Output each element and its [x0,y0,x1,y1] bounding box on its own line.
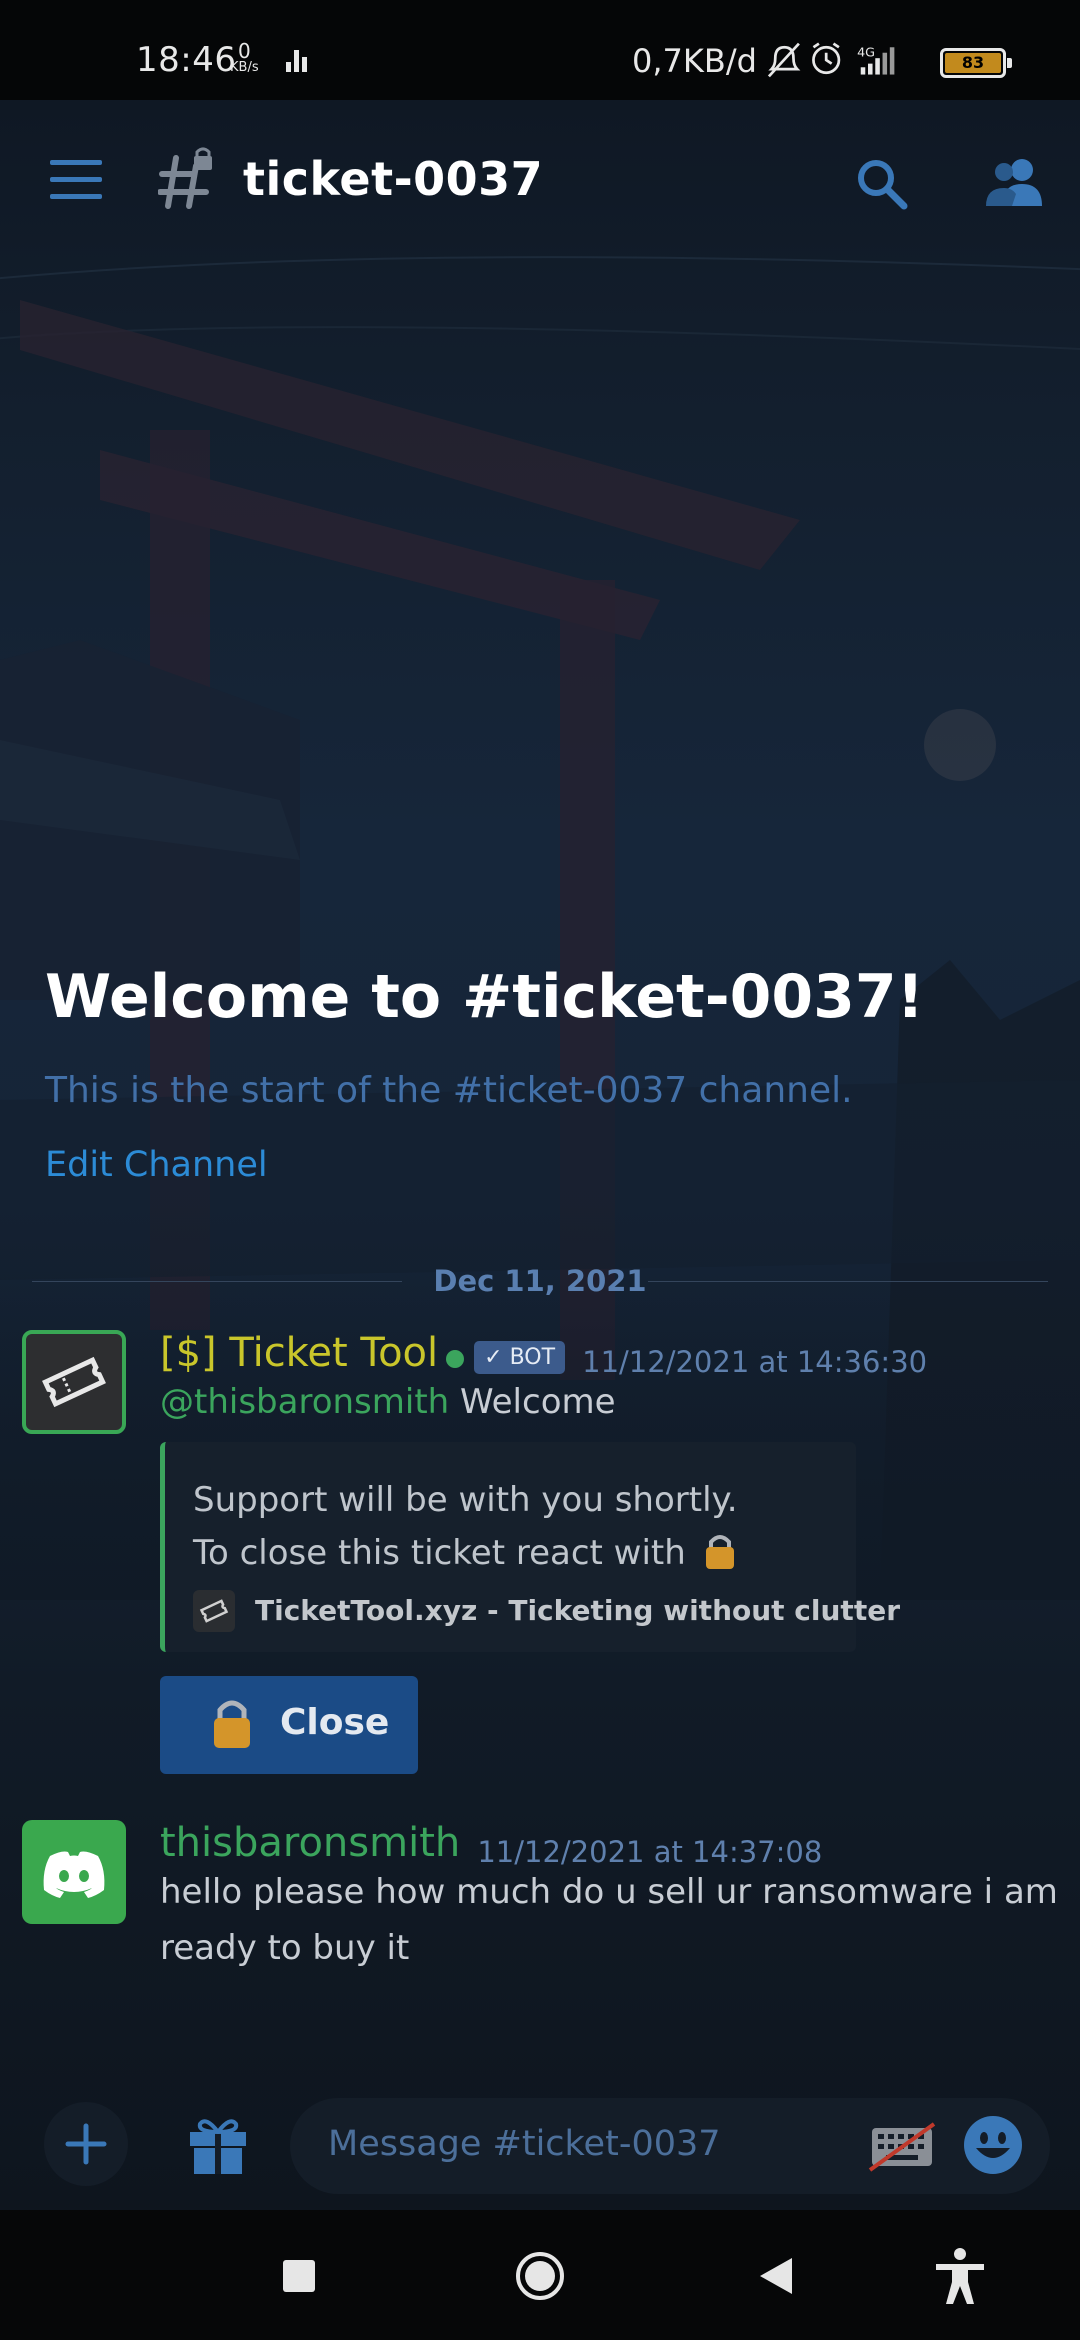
recents-button[interactable] [283,2260,315,2292]
embed-footer-text: TicketTool.xyz - Ticketing without clutt… [255,1594,900,1627]
accessibility-icon[interactable] [930,2246,990,2306]
message-text-welcome: Welcome [460,1382,616,1422]
message-text: hello please how much do u sell ur ranso… [160,1864,1058,1976]
status-time: 18:46 [136,40,237,80]
welcome-subtitle: This is the start of the #ticket-0037 ch… [45,1070,853,1111]
welcome-title: Welcome to #ticket-0037! [45,962,924,1032]
message-line-1: hello please how much do u sell ur ranso… [160,1872,1058,1912]
network-type-icon: 4G [857,44,875,59]
keyboard-off-icon[interactable] [868,2120,936,2172]
alarm-icon [812,42,841,75]
embed-line-2: To close this ticket react with [193,1532,737,1573]
bot-avatar[interactable] [22,1330,126,1434]
gift-icon [190,2119,246,2174]
plus-icon [65,2123,107,2165]
embed-line-2-text: To close this ticket react with [193,1533,686,1573]
hamburger-icon[interactable] [50,160,102,200]
edit-channel-link[interactable]: Edit Channel [45,1145,268,1185]
embed-line-1: Support will be with you shortly. [193,1480,738,1520]
message-composer: Message #ticket-0037 [0,2070,1080,2210]
message-input-placeholder: Message #ticket-0037 [328,2124,721,2164]
message-text: @thisbaronsmith Welcome [160,1374,616,1430]
back-button[interactable] [756,2254,796,2298]
system-nav-bar [0,2210,1080,2340]
gift-button[interactable] [176,2102,260,2186]
bot-badge-label: BOT [509,1345,556,1370]
user-avatar[interactable] [22,1820,126,1924]
message-user: thisbaronsmith 11/12/2021 at 14:37:08 he… [0,1820,1080,2060]
add-attachment-button[interactable] [44,2102,128,2186]
message-input[interactable]: Message #ticket-0037 [290,2098,1050,2194]
message-line-2: ready to buy it [160,1928,410,1968]
net-speed-value: 0 [237,39,251,63]
status-bar: 18:46 0 KB/s 0,7KB/d 4G 83 [0,0,1080,100]
members-icon[interactable] [982,154,1042,208]
user-mention[interactable]: @thisbaronsmith [160,1382,449,1422]
lock-icon [214,1700,250,1748]
date-divider: Dec 11, 2021 [32,1264,1048,1300]
app-screen: ticket-0037 Welcome to #ticket-0037! Thi… [0,100,1080,2210]
close-button-label: Close [280,1702,390,1743]
bot-badge: ✓ BOT [474,1341,566,1374]
status-data-rate: 0,7KB/d [632,42,757,80]
emoji-icon[interactable] [962,2114,1024,2176]
online-status-dot [446,1349,465,1368]
activity-bars-icon [286,50,310,72]
author-name[interactable]: thisbaronsmith [160,1820,460,1866]
close-ticket-button[interactable]: Close [160,1676,418,1774]
message-timestamp: 11/12/2021 at 14:36:30 [582,1344,928,1379]
footer-ticket-icon [193,1590,235,1632]
bell-muted-icon [767,42,801,78]
battery-icon: 83 [940,48,1012,78]
net-speed-unit: KB/s [230,60,259,75]
top-bar: ticket-0037 [0,100,1080,260]
status-icons: 4G [767,42,895,78]
message-ticket-tool: [$] Ticket Tool ✓ BOT 11/12/2021 at 14:36… [0,1330,1080,1810]
locked-hash-icon [158,147,212,209]
ticket-icon [42,1356,106,1408]
divider-date: Dec 11, 2021 [433,1264,647,1298]
lock-icon [705,1535,734,1569]
author-name[interactable]: [$] Ticket Tool [160,1330,438,1376]
message-embed: Support will be with you shortly. To clo… [160,1442,900,1652]
battery-level: 83 [945,53,1001,73]
home-button[interactable] [514,2250,566,2302]
message-header: thisbaronsmith 11/12/2021 at 14:37:08 [160,1820,822,1869]
status-net-speed: 0 KB/s [230,39,259,76]
search-icon[interactable] [854,156,908,210]
channel-title: ticket-0037 [243,152,544,206]
discord-logo-icon [43,1851,105,1898]
